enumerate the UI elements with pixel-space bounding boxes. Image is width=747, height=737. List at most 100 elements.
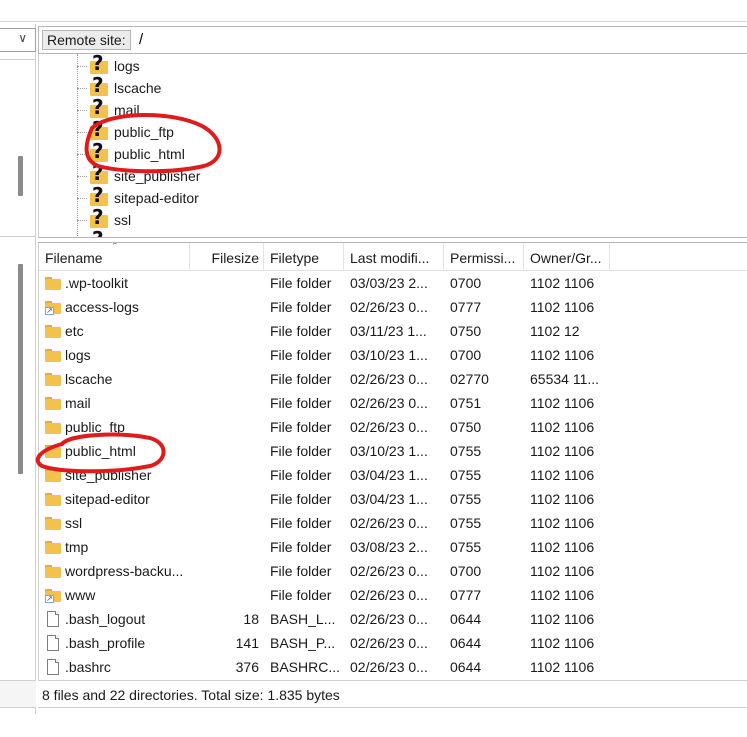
filename-cell: .bash_logout: [39, 607, 190, 631]
table-row[interactable]: .bash_logout 18 BASH_L... 02/26/23 0... 0644…: [39, 607, 747, 631]
column-header-last-modified[interactable]: Last modifi...: [344, 243, 444, 271]
filesize-cell: [190, 439, 264, 463]
filename-cell: tmp: [39, 535, 190, 559]
owner-group-cell: 1102 1106: [530, 395, 595, 411]
filetype-cell: File folder: [270, 443, 332, 459]
filesize-cell: [190, 463, 264, 487]
table-row[interactable]: mail File folder 02/26/23 0... 0751 1102 110…: [39, 391, 747, 415]
filename-cell: .bashrc: [39, 655, 190, 679]
filename-text: etc: [65, 322, 84, 339]
filesize-cell: 18: [243, 611, 259, 627]
owner-group-cell: 65534 11...: [530, 371, 600, 387]
table-row[interactable]: wordpress-backu... File folder 02/26/23 0.…: [39, 559, 747, 583]
tree-item-label: ssl: [114, 212, 132, 228]
filetype-cell: File folder: [270, 395, 332, 411]
tree-connector: [77, 131, 87, 133]
table-row[interactable]: ssl File folder 02/26/23 0... 0755 1102 1106: [39, 511, 747, 535]
tree-item[interactable]: ? lscache: [77, 75, 161, 99]
owner-group-cell: 1102 1106: [530, 347, 595, 363]
tree-item-label: logs: [114, 58, 140, 74]
owner-group-cell: 1102 1106: [530, 443, 595, 459]
column-header-filesize[interactable]: Filesize: [190, 243, 264, 271]
last-modified-cell: 02/26/23 0...: [350, 587, 428, 603]
last-modified-cell: 03/03/23 2...: [350, 275, 428, 291]
filesize-cell: 376: [235, 659, 259, 675]
filetype-cell: File folder: [270, 467, 332, 483]
filename-cell: .wp-toolkit: [39, 271, 190, 295]
filename-text: .bashrc: [65, 658, 111, 675]
local-path-dropdown[interactable]: ∨: [0, 28, 36, 52]
column-header-permissions[interactable]: Permissi...: [444, 243, 524, 271]
table-row[interactable]: tmp File folder 03/08/23 2... 0755 1102 1106: [39, 535, 747, 559]
filename-cell: site_publisher: [39, 463, 190, 487]
table-row[interactable]: .bashrc 376 BASHRC... 02/26/23 0... 0644 1102…: [39, 655, 747, 679]
filetype-cell: File folder: [270, 539, 332, 555]
filename-text: tmp: [65, 538, 89, 555]
table-row[interactable]: .bash_profile 141 BASH_P... 02/26/23 0... 06…: [39, 631, 747, 655]
folder-icon: [45, 491, 61, 507]
filesize-cell: 141: [235, 635, 259, 651]
sort-ascending-icon: ⌃: [111, 242, 119, 251]
filename-cell: public_ftp: [39, 415, 190, 439]
local-tree-scrollbar[interactable]: [18, 156, 23, 196]
table-row[interactable]: etc File folder 03/11/23 1... 0750 1102 12: [39, 319, 747, 343]
folder-icon: [45, 371, 61, 387]
filename-text: ssl: [65, 514, 83, 531]
owner-group-cell: 1102 1106: [530, 563, 595, 579]
last-modified-cell: 03/08/23 2...: [350, 539, 428, 555]
filetype-cell: File folder: [270, 419, 332, 435]
permissions-cell: 0700: [450, 275, 482, 291]
table-row[interactable]: ↗ www File folder 02/26/23 0... 0777 1102 110…: [39, 583, 747, 607]
filename-cell: lscache: [39, 367, 190, 391]
filesize-cell: [190, 271, 264, 295]
filesize-cell: [190, 583, 264, 607]
filename-text: mail: [65, 394, 91, 411]
folder-icon: [45, 395, 61, 411]
table-row[interactable]: public_html File folder 03/10/23 1... 0755 1…: [39, 439, 747, 463]
filetype-cell: File folder: [270, 275, 332, 291]
tree-item-label: sitepad-editor: [114, 190, 199, 206]
filename-text: sitepad-editor: [65, 490, 150, 507]
table-row[interactable]: .wp-toolkit File folder 03/03/23 2... 0700 1…: [39, 271, 747, 295]
filesize-cell: [190, 511, 264, 535]
last-modified-cell: 02/26/23 0...: [350, 395, 428, 411]
owner-group-cell: 1102 12: [530, 323, 580, 339]
filename-text: lscache: [65, 370, 113, 387]
folder-icon: [45, 563, 61, 579]
unknown-folder-icon: ?: [89, 229, 109, 237]
column-header-filetype[interactable]: Filetype: [264, 243, 344, 271]
filename-cell: wordpress-backu...: [39, 559, 190, 583]
tree-item[interactable]: ? ssl: [77, 207, 132, 231]
remote-directory-tree: ? logs? lscache? mail? public_ftp? public_htm…: [38, 54, 747, 238]
permissions-cell: 0750: [450, 419, 482, 435]
permissions-cell: 0755: [450, 515, 482, 531]
table-row[interactable]: lscache File folder 02/26/23 0... 02770 6553…: [39, 367, 747, 391]
owner-group-cell: 1102 1106: [530, 299, 595, 315]
permissions-cell: 0644: [450, 635, 482, 651]
owner-group-cell: 1102 1106: [530, 515, 595, 531]
filesize-cell: [190, 295, 264, 319]
table-row[interactable]: site_publisher File folder 03/04/23 1... 07…: [39, 463, 747, 487]
tree-connector: [77, 65, 87, 67]
local-tree-area: [0, 59, 36, 237]
owner-group-cell: 1102 1106: [530, 419, 595, 435]
filename-text: wordpress-backu...: [65, 562, 184, 579]
local-list-scrollbar[interactable]: [18, 264, 23, 474]
tree-connector: [77, 219, 87, 221]
folder-icon: [45, 419, 61, 435]
file-icon: [45, 611, 61, 627]
table-row[interactable]: ↗ access-logs File folder 02/26/23 0... 0777…: [39, 295, 747, 319]
table-row[interactable]: sitepad-editor File folder 03/04/23 1... 07…: [39, 487, 747, 511]
last-modified-cell: 03/10/23 1...: [350, 347, 428, 363]
remote-path-input[interactable]: [135, 27, 735, 53]
tree-item[interactable]: ? mail: [77, 97, 140, 121]
title-strip: [0, 0, 747, 22]
folder-icon: [45, 515, 61, 531]
last-modified-cell: 02/26/23 0...: [350, 635, 428, 651]
table-row[interactable]: public_ftp File folder 02/26/23 0... 0750 11…: [39, 415, 747, 439]
column-header-owner-group[interactable]: Owner/Gr...: [524, 243, 610, 271]
chevron-down-icon[interactable]: ∨: [18, 31, 27, 45]
table-row[interactable]: logs File folder 03/10/23 1... 0700 1102 110…: [39, 343, 747, 367]
tree-item[interactable]: ? logs: [77, 54, 140, 77]
last-modified-cell: 02/26/23 0...: [350, 299, 428, 315]
